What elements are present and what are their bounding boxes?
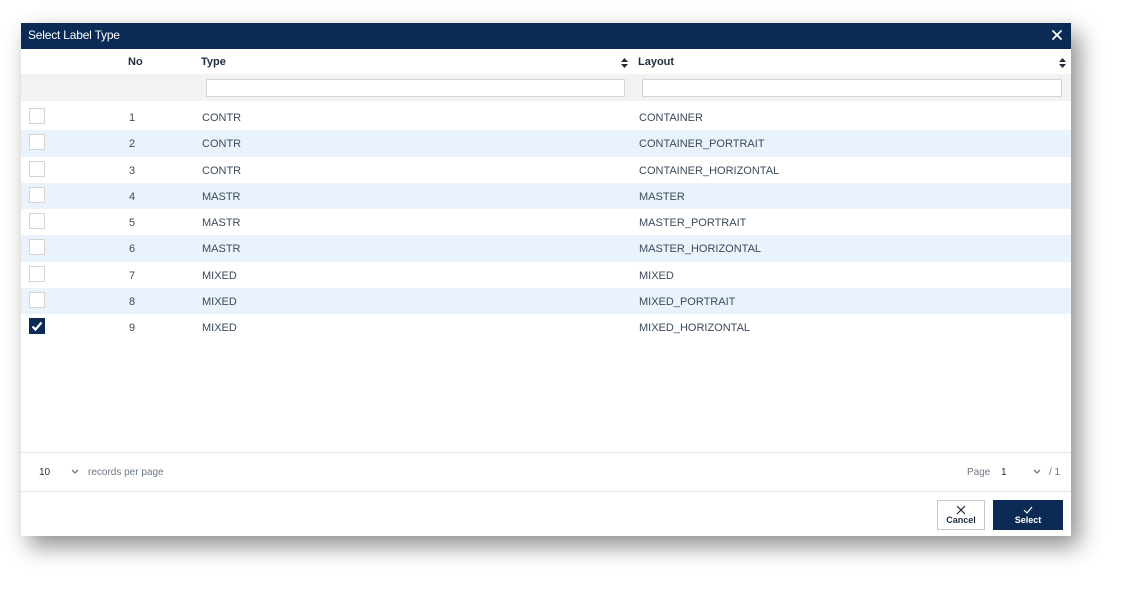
cell-layout: CONTAINER (639, 112, 703, 124)
cell-no: 3 (129, 164, 136, 177)
cancel-button-label: Cancel (946, 515, 976, 525)
table-row[interactable]: 9 MIXED MIXED_HORIZONTAL (21, 314, 1071, 340)
table-body: 1 CONTR CONTAINER 2 CONTR CONTAINER_PORT… (21, 104, 1071, 341)
close-icon[interactable] (1049, 27, 1065, 43)
column-header-type[interactable]: Type (201, 56, 226, 68)
records-per-page-select[interactable]: 10 (39, 467, 50, 478)
column-header-layout[interactable]: Layout (638, 56, 674, 68)
cancel-button[interactable]: Cancel (937, 500, 985, 530)
cell-type: MASTR (202, 190, 241, 203)
check-icon (1023, 506, 1033, 514)
page-total: / 1 (1049, 467, 1061, 478)
filter-row (21, 74, 1071, 101)
page-label: Page (967, 467, 991, 478)
row-checkbox[interactable] (29, 186, 45, 203)
row-checkbox[interactable] (29, 134, 45, 151)
cell-no: 8 (129, 296, 136, 309)
cell-no: 6 (129, 243, 136, 256)
sort-icon[interactable] (621, 58, 628, 68)
row-checkbox[interactable] (29, 160, 45, 177)
table-row[interactable]: 1 CONTR CONTAINER (21, 104, 1071, 130)
cell-no: 9 (129, 322, 136, 335)
cell-type: MIXED (202, 269, 237, 282)
cell-layout: MASTER_HORIZONTAL (639, 243, 762, 256)
row-checkbox[interactable] (29, 108, 45, 124)
cell-type: MIXED (202, 322, 237, 335)
cell-type: CONTR (202, 112, 242, 124)
row-checkbox[interactable] (29, 292, 45, 309)
select-button[interactable]: Select (993, 500, 1063, 530)
cell-layout: MASTER (639, 190, 685, 203)
cell-layout: MIXED_PORTRAIT (639, 296, 736, 309)
select-label-type-dialog: Select Label Type No Type Layout 1 CONTR… (21, 23, 1071, 536)
page-select[interactable]: 1 (1001, 467, 1007, 478)
cell-layout: MIXED (639, 269, 674, 282)
records-per-page-label: records per page (88, 467, 164, 478)
cell-layout: MASTER_PORTRAIT (639, 217, 747, 230)
table-row[interactable]: 3 CONTR CONTAINER_HORIZONTAL (21, 157, 1071, 183)
cell-type: MASTR (202, 217, 241, 230)
column-header-no[interactable]: No (128, 56, 143, 68)
dialog-titlebar: Select Label Type (21, 23, 1071, 49)
table-row[interactable]: 5 MASTR MASTER_PORTRAIT (21, 209, 1071, 235)
cell-no: 7 (129, 269, 136, 282)
cell-layout: CONTAINER_PORTRAIT (639, 138, 765, 151)
row-checkbox[interactable] (29, 213, 45, 230)
chevron-down-icon[interactable] (1033, 469, 1041, 475)
pagination-bar: 10 records per page Page 1 / 1 (21, 453, 1071, 491)
chevron-down-icon[interactable] (71, 469, 79, 475)
cell-no: 4 (129, 190, 136, 203)
cell-layout: CONTAINER_HORIZONTAL (639, 164, 780, 177)
cell-type: CONTR (202, 138, 242, 151)
sort-icon[interactable] (1059, 58, 1066, 68)
row-checkbox[interactable] (29, 318, 45, 335)
cell-type: MASTR (202, 243, 241, 256)
close-icon (956, 505, 966, 515)
cell-no: 1 (129, 112, 136, 124)
divider (21, 491, 1071, 492)
cell-layout: MIXED_HORIZONTAL (639, 322, 751, 335)
type-filter-input[interactable] (206, 79, 625, 97)
dialog-title: Select Label Type (28, 28, 120, 42)
table-header: No Type Layout (21, 49, 1071, 74)
table-row[interactable]: 4 MASTR MASTER (21, 182, 1071, 210)
select-button-label: Select (1014, 515, 1042, 525)
layout-filter-input[interactable] (642, 79, 1062, 97)
cell-type: MIXED (202, 296, 237, 309)
cell-no: 5 (129, 217, 136, 230)
row-checkbox[interactable] (29, 239, 45, 256)
table-row[interactable]: 2 CONTR CONTAINER_PORTRAIT (21, 130, 1071, 157)
table-row[interactable]: 6 MASTR MASTER_HORIZONTAL (21, 235, 1071, 262)
cell-type: CONTR (202, 164, 242, 177)
cell-no: 2 (129, 138, 136, 151)
table-row[interactable]: 7 MIXED MIXED (21, 262, 1071, 288)
row-checkbox[interactable] (29, 265, 45, 282)
table-row[interactable]: 8 MIXED MIXED_PORTRAIT (21, 288, 1071, 315)
